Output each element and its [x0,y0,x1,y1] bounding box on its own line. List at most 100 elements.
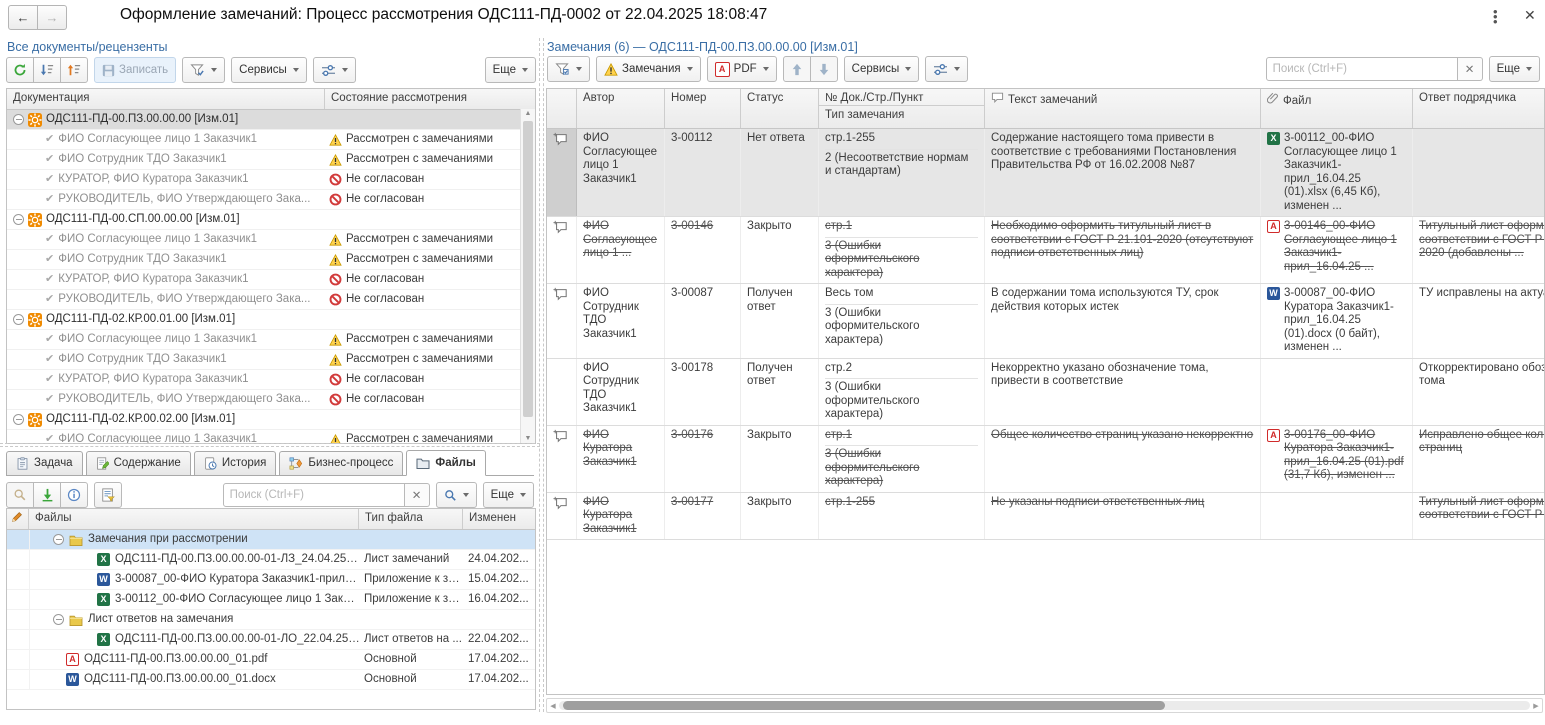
refresh-button[interactable] [6,57,34,83]
doc-reviewer-row[interactable]: ✔ФИО Сотрудник ТДО Заказчик1Рассмотрен с… [7,250,535,270]
left-more-button[interactable]: Еще [485,57,536,83]
remark-row[interactable]: ФИО Сотрудник ТДО Заказчик13-00178Получе… [547,359,1544,426]
column-header-doc-type[interactable]: № Док./Стр./Пункт Тип замечания [819,89,985,128]
sort-ascending-button[interactable] [60,57,88,83]
reviewer-state-label: Рассмотрен с замечаниями [346,130,493,149]
files-more-button[interactable]: Еще [483,482,534,508]
tab-history[interactable]: История [194,451,277,475]
doc-reviewer-row[interactable]: ✔ФИО Согласующее лицо 1 Заказчик1Рассмот… [7,430,535,443]
collapse-icon[interactable] [13,214,24,225]
pdf-button[interactable]: A PDF [707,56,777,82]
doc-reviewer-row[interactable]: ✔ФИО Сотрудник ТДО Заказчик1Рассмотрен с… [7,150,535,170]
vertical-splitter[interactable] [539,38,544,712]
scroll-left-icon[interactable]: ◀ [547,702,559,710]
column-header-remark-type[interactable]: Тип замечания [819,106,984,124]
sort-descending-button[interactable] [33,57,61,83]
doc-reviewer-row[interactable]: ✔РУКОВОДИТЕЛЬ, ФИО Утверждающего Зака...… [7,290,535,310]
collapse-icon[interactable] [13,114,24,125]
back-button[interactable]: ← [8,5,38,30]
download-file-button[interactable] [33,482,61,508]
doc-reviewer-row[interactable]: ✔РУКОВОДИТЕЛЬ, ФИО Утверждающего Зака...… [7,390,535,410]
save-button[interactable]: Записать [94,57,176,83]
doc-reviewer-row[interactable]: ✔ФИО Согласующее лицо 1 Заказчик1Рассмот… [7,130,535,150]
doc-reviewer-row[interactable]: ✔КУРАТОР, ФИО Куратора Заказчик1Не согла… [7,270,535,290]
file-row[interactable]: AОДС111-ПД-00.ПЗ.00.00.00_01.pdfОсновной… [7,650,535,670]
doc-reviewer-row[interactable]: ✔ФИО Согласующее лицо 1 Заказчик1Рассмот… [7,230,535,250]
file-group-row[interactable]: Лист ответов на замечания [7,610,535,630]
filter-button[interactable] [182,57,225,83]
column-header-edit[interactable] [7,509,29,529]
collapse-icon[interactable] [53,614,64,625]
doc-reviewer-row[interactable]: ✔РУКОВОДИТЕЛЬ, ФИО Утверждающего Зака...… [7,190,535,210]
file-row[interactable]: XОДС111-ПД-00.ПЗ.00.00.00-01-ЛО_22.04.25… [7,630,535,650]
horizontal-splitter[interactable] [0,443,540,447]
column-header-review-state[interactable]: Состояние рассмотрения [325,89,535,109]
column-header-status[interactable]: Статус [741,89,819,128]
column-header-files[interactable]: Файлы [29,509,359,529]
doc-reviewer-row[interactable]: ✔ФИО Согласующее лицо 1 Заказчик1Рассмот… [7,330,535,350]
scroll-right-icon[interactable]: ▶ [1530,702,1542,710]
collapse-icon[interactable] [13,414,24,425]
file-row[interactable]: W3-00087_00-ФИО Куратора Заказчик1-прил_… [7,570,535,590]
remark-row[interactable]: ФИО Согласующее лицо 1 Заказчик13-00112Н… [547,129,1544,217]
doc-reviewer-row[interactable]: ✔КУРАТОР, ФИО Куратора Заказчик1Не согла… [7,370,535,390]
remark-row[interactable]: ФИО Сотрудник ТДО Заказчик13-00087Получе… [547,284,1544,359]
column-header-text[interactable]: Текст замечаний [985,89,1261,128]
remarks-search-input[interactable] [1266,57,1458,81]
move-down-button[interactable] [810,56,838,82]
column-header-filetype[interactable]: Тип файла [359,509,463,529]
remark-row[interactable]: ФИО Куратора Заказчик13-00176Закрытостр.… [547,426,1544,493]
file-row[interactable]: WОДС111-ПД-00.ПЗ.00.00.00_01.docxОсновно… [7,670,535,690]
remark-row[interactable]: ФИО Куратора Заказчик13-00177Закрытостр.… [547,493,1544,541]
preview-file-button[interactable] [6,482,34,508]
document-gear-icon [28,113,42,127]
column-header-doc[interactable]: № Док./Стр./Пункт [819,89,984,106]
doc-group-row[interactable]: ОДС111-ПД-02.КР.00.02.00 [Изм.01] [7,410,535,430]
column-header-answer[interactable]: Ответ подрядчика [1413,89,1545,128]
tab-task[interactable]: Задача [6,451,83,475]
remarks-services-button[interactable]: Сервисы [844,56,920,82]
warning-icon [329,354,342,366]
more-menu-icon[interactable]: ••• [1493,9,1498,24]
edit-journal-button[interactable] [94,482,122,508]
forward-button[interactable]: → [38,5,67,30]
column-header-documentation[interactable]: Документация [7,89,325,109]
collapse-icon[interactable] [53,534,64,545]
tab-content[interactable]: Содержание [86,451,191,475]
column-header-remark-icon[interactable] [547,89,577,128]
doc-group-row[interactable]: ОДС111-ПД-02.КР.00.01.00 [Изм.01] [7,310,535,330]
remarks-more-button[interactable]: Еще [1489,56,1540,82]
column-header-file[interactable]: Файл [1261,89,1413,128]
files-search-clear-icon[interactable]: ✕ [405,483,430,507]
close-icon[interactable]: ✕ [1524,7,1536,24]
file-info-button[interactable] [60,482,88,508]
page-title: Оформление замечаний: Процесс рассмотрен… [120,6,767,24]
view-settings-button[interactable] [313,57,356,83]
file-group-row[interactable]: Замечания при рассмотрении [7,530,535,550]
column-header-number[interactable]: Номер [665,89,741,128]
collapse-icon[interactable] [13,314,24,325]
column-header-author[interactable]: Автор [577,89,665,128]
doc-reviewer-row[interactable]: ✔КУРАТОР, ФИО Куратора Заказчик1Не согла… [7,170,535,190]
remarks-filter-button[interactable] [547,56,590,82]
remarks-horizontal-scrollbar[interactable]: ◀ ▶ [546,698,1543,713]
move-up-button[interactable] [783,56,811,82]
remarks-view-settings-button[interactable] [925,56,968,82]
files-search-button[interactable] [436,482,477,508]
document-gear-icon [28,213,42,227]
tab-files[interactable]: Файлы [406,450,485,476]
doc-group-row[interactable]: ОДС111-ПД-00.СП.00.00.00 [Изм.01] [7,210,535,230]
remarks-search-clear-icon[interactable]: ✕ [1458,57,1483,81]
doc-reviewer-row[interactable]: ✔ФИО Сотрудник ТДО Заказчик1Рассмотрен с… [7,350,535,370]
services-button[interactable]: Сервисы [231,57,307,83]
file-row[interactable]: X3-00112_00-ФИО Согласующее лицо 1 Заказ… [7,590,535,610]
tab-bp[interactable]: Бизнес-процесс [279,451,403,475]
file-row[interactable]: XОДС111-ПД-00.ПЗ.00.00.00-01-ЛЗ_24.04.25… [7,550,535,570]
remarks-menu-button[interactable]: Замечания [596,56,701,82]
column-header-changed[interactable]: Изменен [463,509,535,529]
doc-group-row[interactable]: ОДС111-ПД-00.ПЗ.00.00.00 [Изм.01] [7,110,535,130]
file-edit-cell [7,530,30,549]
files-search-input[interactable] [223,483,405,507]
remark-row[interactable]: ФИО Согласующее лицо 1 ...3-00146Закрыто… [547,217,1544,284]
documents-tree-scrollbar[interactable]: ▲ ▼ [520,109,535,443]
